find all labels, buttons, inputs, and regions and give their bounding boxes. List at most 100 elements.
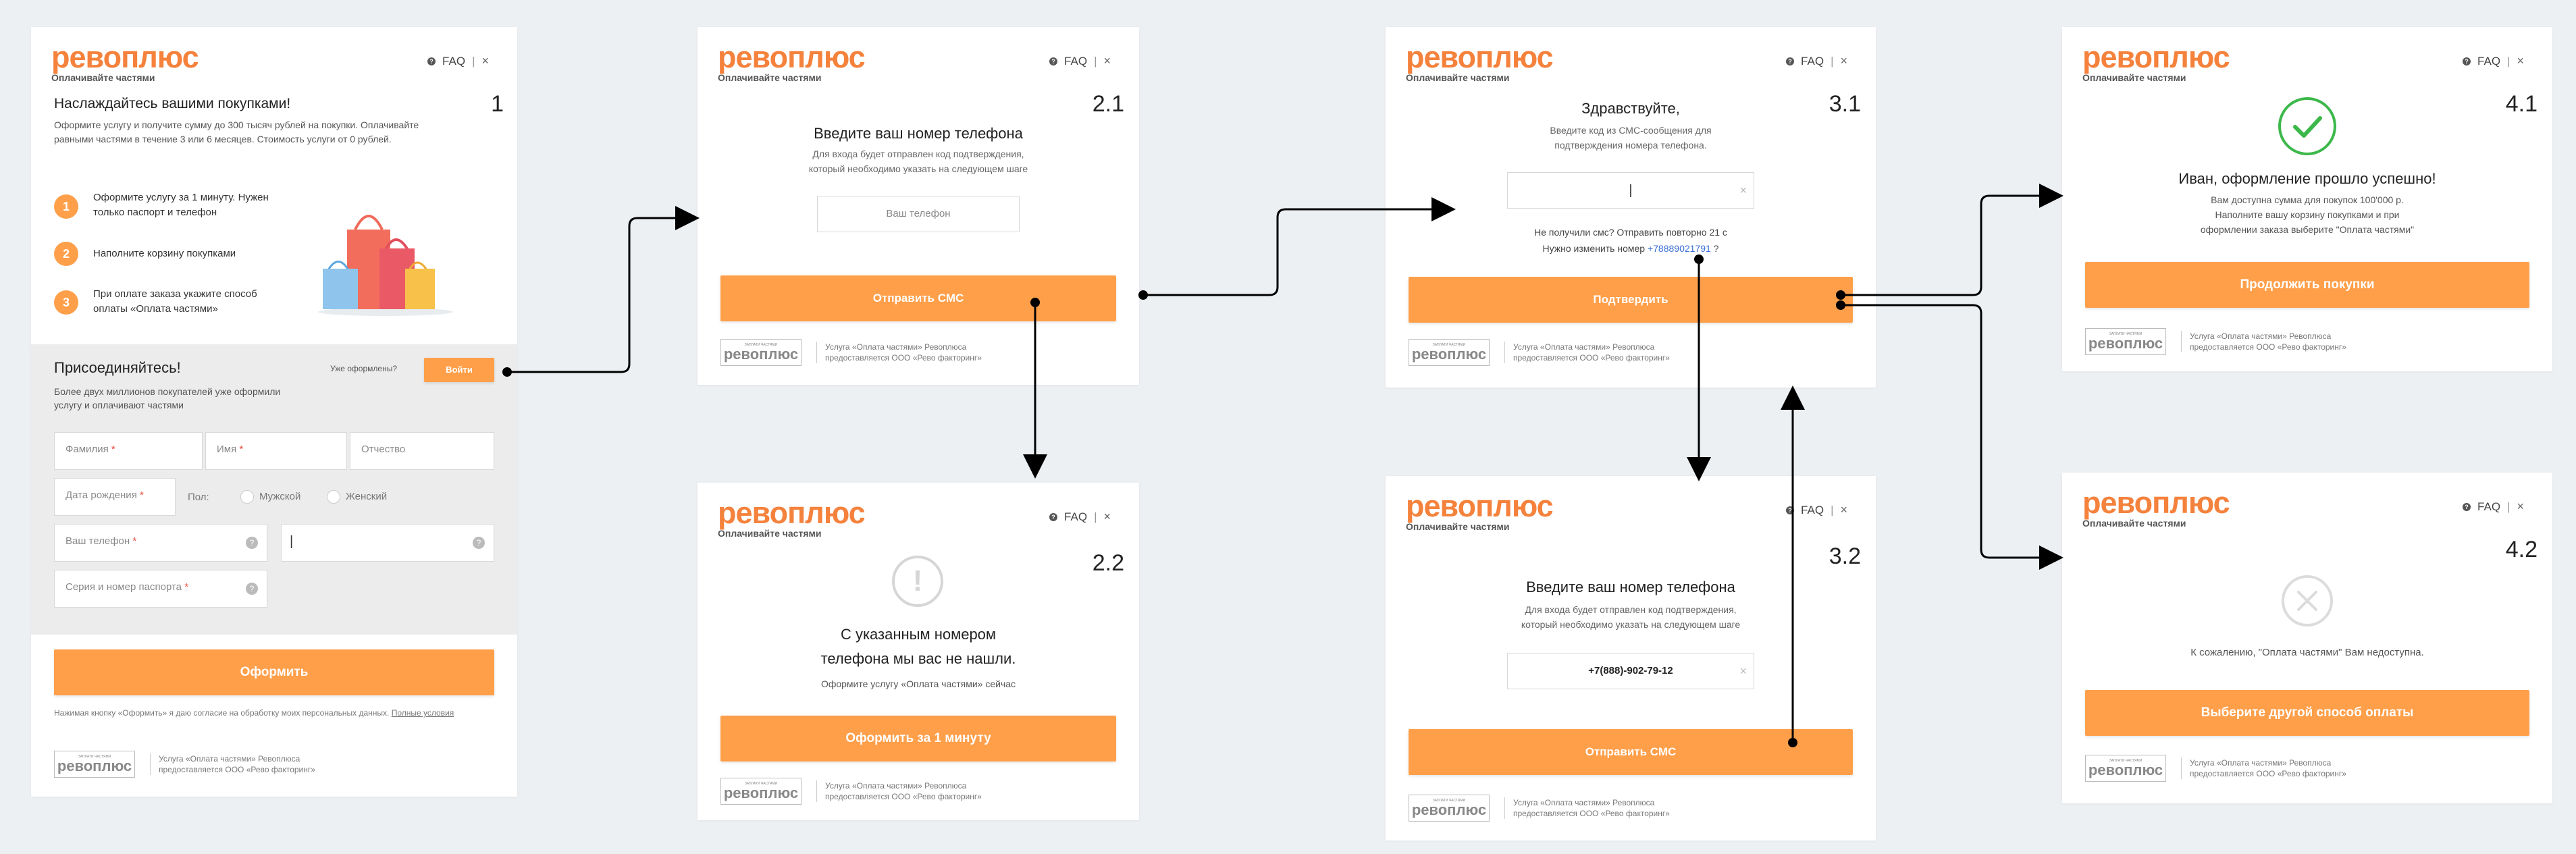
gender-male-option[interactable]: Мужской — [240, 490, 300, 504]
phone-desc-line2: который необходимо указать на следующем … — [808, 163, 1028, 174]
divider: | — [1831, 54, 1834, 68]
radio-icon — [327, 490, 340, 504]
faq-link[interactable]: FAQ — [1801, 504, 1824, 517]
faq-link[interactable]: FAQ — [2477, 500, 2500, 514]
close-icon[interactable]: × — [2517, 54, 2524, 68]
phone-title: Введите ваш номер телефона — [814, 125, 1023, 142]
phone-placeholder: Ваш телефон — [886, 208, 951, 219]
help-icon[interactable]: ? — [473, 537, 485, 549]
faq-link[interactable]: FAQ — [1801, 55, 1824, 68]
footer: ЗАПЛАТИ ЧАСТЯМИ ревоплюс Услуга «Оплата ч… — [1409, 795, 1689, 822]
not-found-title-1: С указанным номером — [840, 626, 997, 643]
close-icon[interactable]: × — [1840, 503, 1847, 517]
help-icon[interactable]: ? — [246, 537, 258, 549]
close-icon[interactable]: × — [481, 54, 489, 68]
patronymic-field[interactable]: Отчество — [350, 432, 494, 470]
step-number: 1 — [491, 91, 504, 117]
logo-text: ревоплюс — [1406, 40, 1554, 74]
footer-logo-name: ревоплюс — [723, 346, 799, 363]
screen-3-2: ревоплюс Оплачивайте частями ? FAQ | × 3… — [1386, 476, 1876, 840]
question-icon: ? — [1786, 57, 1795, 65]
close-icon[interactable]: × — [1840, 54, 1847, 68]
logo-text: ревоплюс — [2082, 485, 2230, 520]
faq-link[interactable]: FAQ — [2477, 55, 2500, 68]
faq-link[interactable]: FAQ — [1064, 55, 1087, 68]
logo-text: ревоплюс — [51, 40, 199, 74]
logo-text: ревоплюс — [1406, 489, 1554, 523]
divider: | — [1831, 503, 1834, 516]
consent-text: Нажимая кнопку «Оформить» я даю согласие… — [54, 708, 494, 719]
brand-logo: ревоплюс Оплачивайте частями — [718, 40, 866, 83]
continue-shopping-button[interactable]: Продолжить покупки — [2085, 262, 2529, 308]
code-field[interactable]: | — [281, 524, 494, 562]
footer-text: Услуга «Оплата частями» Ревоплюса предос… — [816, 780, 1001, 802]
phone-placeholder: Ваш телефон — [65, 535, 130, 547]
question-icon: ? — [1049, 57, 1058, 65]
sms-code-input[interactable]: | × — [1507, 172, 1754, 209]
step-number: 4.2 — [2505, 537, 2538, 562]
faq-link[interactable]: FAQ — [442, 55, 465, 68]
birthdate-field[interactable]: Дата рождения * — [54, 478, 176, 516]
send-sms-button[interactable]: Отправить СМС — [1409, 729, 1853, 775]
required-mark: * — [140, 489, 144, 501]
question-icon: ? — [2463, 57, 2471, 65]
name-placeholder: Имя — [217, 444, 237, 455]
faq-link[interactable]: FAQ — [1064, 510, 1087, 524]
success-desc-line1: Вам доступна сумма для покупок 100'000 р… — [2211, 194, 2404, 205]
arrow-1-to-2-1 — [507, 206, 700, 373]
footer-logo-name: ревоплюс — [1411, 801, 1487, 818]
close-icon[interactable]: × — [1103, 510, 1111, 524]
question-icon: ? — [1786, 506, 1795, 514]
submit-button[interactable]: Оформить — [54, 649, 494, 695]
passport-field[interactable]: Серия и номер паспорта * — [54, 570, 267, 608]
error-circle-icon — [2282, 575, 2333, 626]
footer-logo-name: ревоплюс — [1411, 346, 1487, 363]
footer-logo-name: ревоплюс — [2088, 335, 2163, 352]
change-number-link[interactable]: +78889021791 — [1648, 243, 1711, 254]
phone-input[interactable]: +7(888)-902-79-12 × — [1507, 653, 1754, 689]
resend-text[interactable]: Не получили смс? Отправить повторно 21 с — [1386, 227, 1876, 238]
footer: ЗАПЛАТИ ЧАСТЯМИ ревоплюс Услуга «Оплата ч… — [54, 751, 361, 778]
other-payment-button[interactable]: Выберите другой способ оплаты — [2085, 690, 2529, 736]
help-icon[interactable]: ? — [246, 583, 258, 595]
step-badge-3: 3 — [54, 290, 78, 315]
question-icon: ? — [1049, 512, 1058, 521]
step-number: 4.1 — [2505, 91, 2538, 117]
confirm-button[interactable]: Подтвердить — [1409, 277, 1853, 323]
send-sms-button[interactable]: Отправить СМС — [720, 275, 1116, 321]
surname-field[interactable]: Фамилия * — [54, 432, 203, 470]
logo-text: ревоплюс — [718, 40, 866, 74]
gender-label: Пол: — [188, 491, 209, 503]
clear-icon[interactable]: × — [1739, 653, 1747, 689]
footer-logo-name: ревоплюс — [723, 784, 799, 801]
step-text-3: При оплате заказа укажите способ оплаты … — [93, 288, 257, 315]
not-found-title-2: телефона мы вас не нашли. — [820, 650, 1016, 667]
divider: | — [1094, 510, 1097, 523]
brand-logo: ревоплюс Оплачивайте частями — [718, 498, 866, 539]
footer-logo: ЗАПЛАТИ ЧАСТЯМИ ревоплюс — [720, 778, 801, 805]
gender-female-option[interactable]: Женский — [327, 490, 387, 504]
gender-male-label: Мужской — [259, 490, 301, 502]
question-icon: ? — [2463, 502, 2471, 511]
close-icon[interactable]: × — [1103, 54, 1111, 68]
already-registered-label: Уже оформлены? — [330, 364, 398, 373]
screen-4-2: ревоплюс Оплачивайте частями ? FAQ | × 4… — [2062, 473, 2552, 803]
footer-logo: ЗАПЛАТИ ЧАСТЯМИ ревоплюс — [720, 339, 801, 366]
consent-label: Нажимая кнопку «Оформить» я даю согласие… — [54, 708, 390, 718]
clear-icon[interactable]: × — [1739, 173, 1747, 208]
login-button[interactable]: Войти — [424, 358, 494, 382]
promo-title: Наслаждайтесь вашими покупками! — [54, 96, 291, 111]
surname-placeholder: Фамилия — [65, 444, 109, 455]
phone-field[interactable]: Ваш телефон * — [54, 524, 267, 562]
warning-icon: ! — [892, 556, 943, 607]
close-icon[interactable]: × — [2517, 500, 2524, 514]
screen-2-2: ревоплюс Оплачивайте частями ? FAQ | × 2… — [698, 483, 1139, 820]
step-badge-2: 2 — [54, 242, 78, 266]
success-title: Иван, оформление прошло успешно! — [2178, 170, 2436, 187]
header-actions: ? FAQ | × — [1049, 54, 1111, 68]
terms-link[interactable]: Полные условия — [392, 708, 454, 718]
register-button[interactable]: Оформить за 1 минуту — [720, 716, 1116, 762]
phone-input[interactable]: Ваш телефон — [817, 196, 1020, 232]
code-desc-line1: Введите код из СМС-сообщения для — [1550, 125, 1712, 136]
name-field[interactable]: Имя * — [205, 432, 347, 470]
